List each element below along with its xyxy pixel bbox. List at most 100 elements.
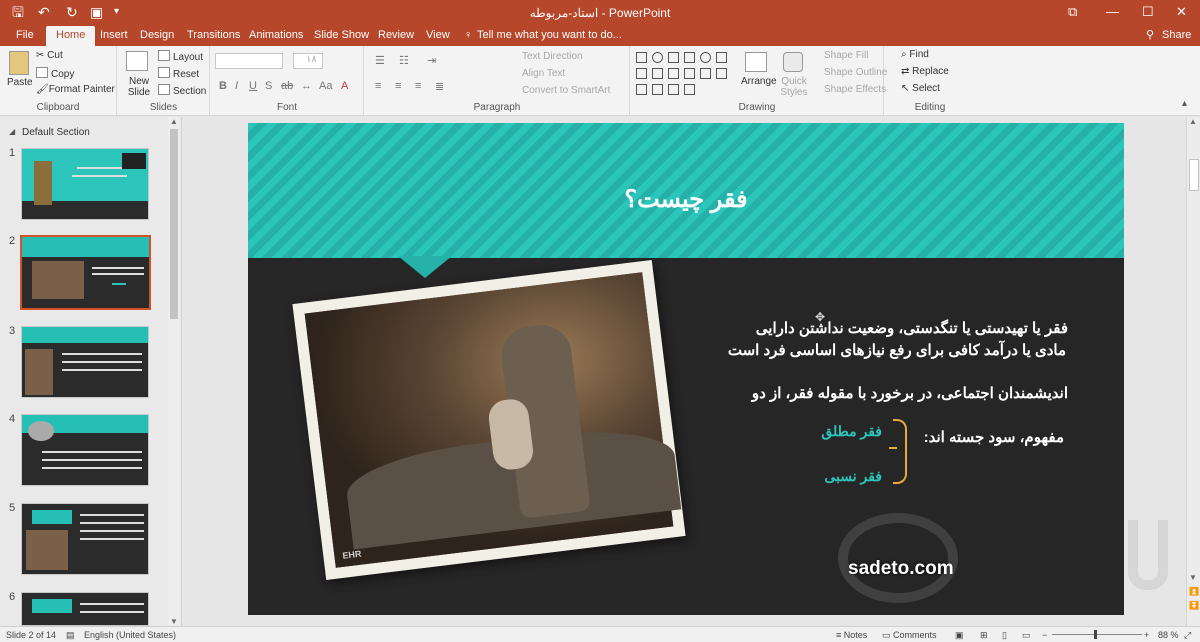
tab-file[interactable]: File <box>16 26 34 46</box>
slide-thumbnail-4[interactable] <box>21 414 149 486</box>
reset-button[interactable]: Reset <box>158 67 199 80</box>
reading-view-icon[interactable]: ▯ <box>1002 630 1007 641</box>
shadow-icon[interactable]: S <box>265 80 272 92</box>
italic-icon[interactable]: I <box>235 80 238 92</box>
ribbon-display-options-icon[interactable]: ⧉ <box>1068 4 1077 20</box>
bold-icon[interactable]: B <box>219 80 227 92</box>
tab-insert[interactable]: Insert <box>100 26 128 46</box>
convert-smartart-button[interactable]: Convert to SmartArt <box>522 85 610 96</box>
shape-effects-button[interactable]: Shape Effects <box>824 84 886 95</box>
language[interactable]: English (United States) <box>84 630 176 640</box>
shape-arrow-icon[interactable] <box>684 52 695 63</box>
shapes-gallery[interactable] <box>634 50 738 98</box>
replace-button[interactable]: ⇄ Replace <box>901 66 949 77</box>
align-right-icon[interactable]: ≡ <box>415 80 421 92</box>
share-icon[interactable]: ⚲ <box>1146 26 1154 46</box>
next-slide-icon[interactable]: ⏬ <box>1189 601 1199 610</box>
font-name-box[interactable] <box>215 53 283 69</box>
slide-sorter-icon[interactable]: ⊞ <box>980 630 988 641</box>
body-line-2[interactable]: مادی یا درآمد کافی برای رفع نیازهای اساس… <box>728 341 1066 359</box>
zoom-out-icon[interactable]: − <box>1042 630 1047 640</box>
scroll-down-icon[interactable]: ▼ <box>1189 573 1197 582</box>
previous-slide-icon[interactable]: ⏫ <box>1189 587 1199 596</box>
tab-review[interactable]: Review <box>378 26 414 46</box>
spellcheck-icon[interactable]: ▤ <box>66 630 75 641</box>
quick-styles-icon[interactable] <box>783 52 803 72</box>
scroll-thumb[interactable] <box>1189 159 1199 191</box>
shape-curve-icon[interactable] <box>636 84 647 95</box>
shape-line-icon[interactable] <box>668 52 679 63</box>
font-color-icon[interactable]: A <box>341 80 348 92</box>
section-name[interactable]: Default Section <box>22 127 90 138</box>
justify-icon[interactable]: ≣ <box>435 80 444 93</box>
option-absolute-poverty[interactable]: فقر مطلق <box>821 423 882 440</box>
tab-transitions[interactable]: Transitions <box>187 26 240 46</box>
share-button[interactable]: Share <box>1162 26 1191 46</box>
indent-icon[interactable]: ⇥ <box>427 54 436 67</box>
slide-thumbnail-5[interactable] <box>21 503 149 575</box>
copy-button[interactable]: Copy <box>36 67 74 80</box>
shape-fill-button[interactable]: Shape Fill <box>824 50 868 61</box>
collapse-ribbon-icon[interactable]: ▴ <box>1182 98 1187 109</box>
spacing-icon[interactable]: ↔ <box>301 80 312 92</box>
paste-icon[interactable] <box>9 51 29 75</box>
slide-title[interactable]: فقر چیست؟ <box>248 185 1124 214</box>
shape-triangle-icon[interactable] <box>652 68 663 79</box>
comments-button[interactable]: ▭ Comments <box>882 630 937 641</box>
shape-right-arrow-icon[interactable] <box>668 68 679 79</box>
slideshow-view-icon[interactable]: ▭ <box>1022 630 1031 641</box>
slide-scrollbar[interactable]: ▲ ▼ ⏫ ⏬ <box>1186 117 1200 626</box>
format-painter-button[interactable]: 🖌Format Painter <box>36 84 115 95</box>
paste-button[interactable]: Paste <box>7 77 33 88</box>
slide-thumbnail-3[interactable] <box>21 326 149 398</box>
text-direction-button[interactable]: Text Direction <box>522 51 583 62</box>
slide-thumbnail-6[interactable] <box>21 592 149 626</box>
section-button[interactable]: Section <box>158 84 206 97</box>
shape-oval-icon[interactable] <box>652 52 663 63</box>
underline-icon[interactable]: U <box>249 80 257 92</box>
shape-star-icon[interactable] <box>716 68 727 79</box>
shape-bracket-icon[interactable] <box>668 84 679 95</box>
align-left-icon[interactable]: ≡ <box>375 80 381 92</box>
body-line-1[interactable]: فقر یا تهیدستی یا تنگدستی، وضعیت نداشتن … <box>756 319 1068 337</box>
tab-home[interactable]: Home <box>46 26 96 46</box>
shape-pentagon-icon[interactable] <box>700 68 711 79</box>
scroll-thumb[interactable] <box>170 129 178 319</box>
minimize-icon[interactable]: — <box>1106 4 1119 19</box>
scroll-up-icon[interactable]: ▲ <box>1189 117 1197 126</box>
zoom-in-icon[interactable]: + <box>1144 630 1149 640</box>
shape-circle-icon[interactable] <box>700 52 711 63</box>
body-line-4[interactable]: مفهوم، سود جسته اند: <box>924 428 1064 446</box>
zoom-slider-thumb[interactable] <box>1094 630 1097 639</box>
shape-outline-button[interactable]: Shape Outline <box>824 67 887 78</box>
find-button[interactable]: ⌕ Find <box>901 49 929 60</box>
body-line-3[interactable]: اندیشمندان اجتماعی، در برخورد با مقوله ف… <box>752 384 1068 402</box>
slide-thumbnail-2[interactable] <box>20 235 151 310</box>
strikethrough-icon[interactable]: ab <box>281 80 293 92</box>
bullets-icon[interactable]: ☰ <box>375 54 385 67</box>
align-text-button[interactable]: Align Text <box>522 68 565 79</box>
change-case-icon[interactable]: Aa <box>319 80 332 92</box>
shape-rounded-icon[interactable] <box>716 52 727 63</box>
option-relative-poverty[interactable]: فقر نسبی <box>824 468 882 485</box>
layout-button[interactable]: Layout <box>158 50 203 63</box>
scroll-up-icon[interactable]: ▲ <box>170 117 178 126</box>
tab-slide-show[interactable]: Slide Show <box>314 26 369 46</box>
shape-elbow-icon[interactable] <box>636 68 647 79</box>
zoom-slider[interactable] <box>1052 634 1142 635</box>
slide[interactable]: فقر چیست؟ EHR فقر یا تهیدستی یا تنگدستی،… <box>248 123 1124 615</box>
slide-thumbnail-1[interactable] <box>21 148 149 220</box>
close-icon[interactable]: ✕ <box>1176 4 1187 20</box>
shape-down-arrow-icon[interactable] <box>684 68 695 79</box>
select-button[interactable]: ↖ Select <box>901 83 940 94</box>
shape-star5-icon[interactable] <box>684 84 695 95</box>
new-slide-icon[interactable] <box>126 51 148 71</box>
tell-me-box[interactable]: Tell me what you want to do... <box>477 26 622 46</box>
arrange-button[interactable]: Arrange <box>741 76 777 87</box>
notes-button[interactable]: ≡ Notes <box>836 630 867 640</box>
fit-to-window-icon[interactable]: ⤢ <box>1184 630 1191 641</box>
shape-brace-icon[interactable] <box>652 84 663 95</box>
section-collapse-icon[interactable]: ◢ <box>9 127 15 136</box>
quick-styles-button[interactable]: Quick Styles <box>779 76 809 98</box>
shape-rectangle-icon[interactable] <box>636 52 647 63</box>
